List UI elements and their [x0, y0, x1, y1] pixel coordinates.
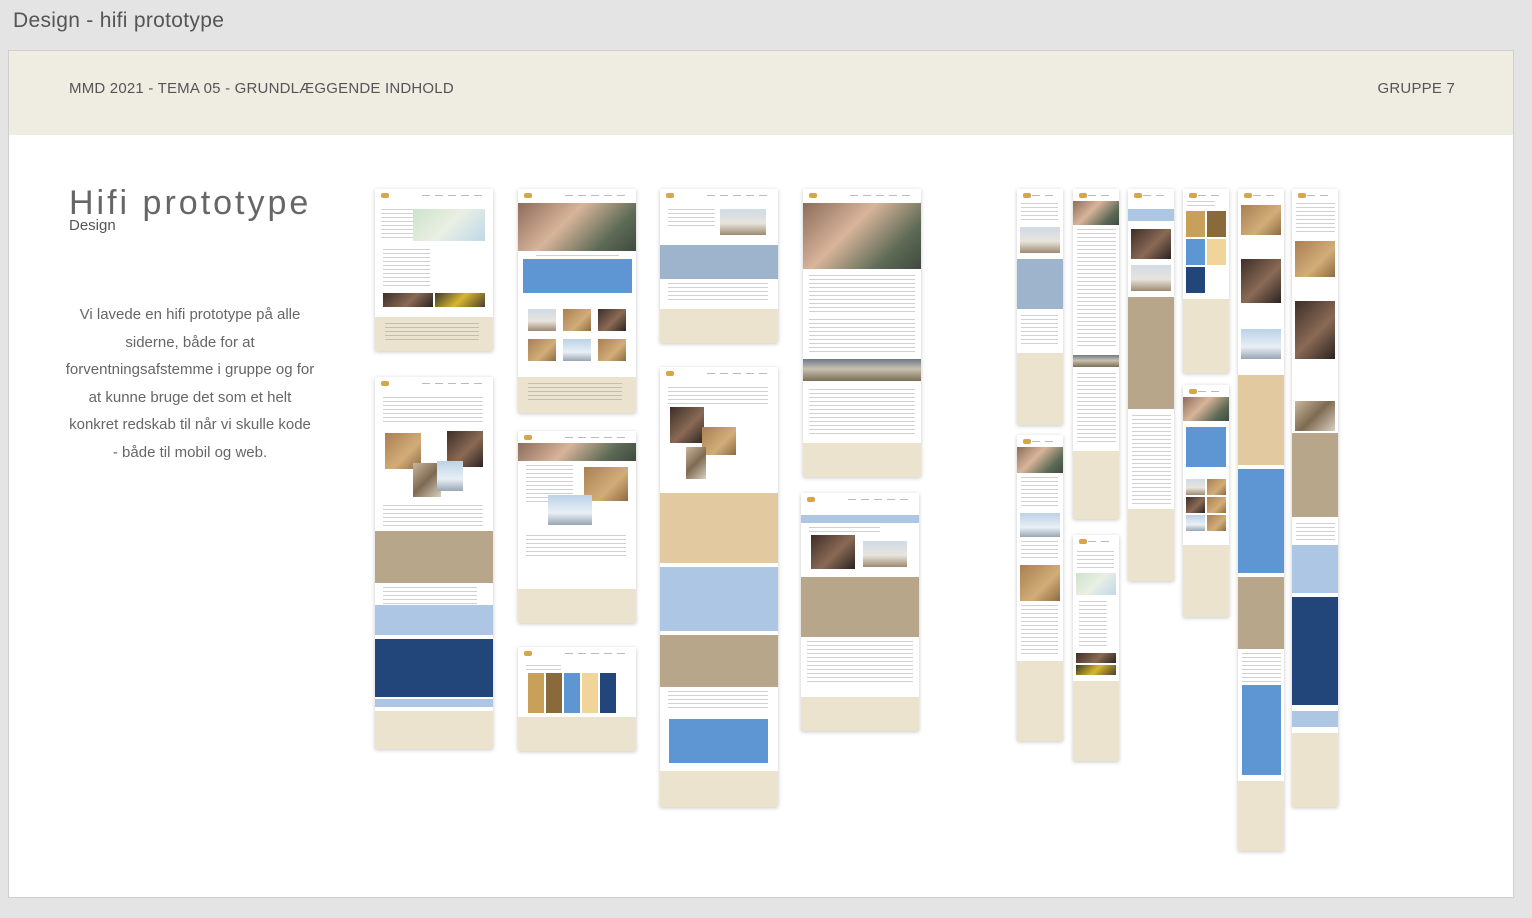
mobile-mockup-meditation [1017, 189, 1063, 425]
desktop-mockup-sessions [518, 431, 636, 623]
window-title: Design - hifi prototype [13, 9, 225, 32]
page-subtitle: Design [69, 217, 116, 234]
mobile-mockup-couples [1128, 189, 1174, 581]
desktop-mockup-about [375, 377, 493, 749]
mobile-mockup-contact [1073, 535, 1119, 761]
mobile-mockup-sessions [1183, 385, 1229, 617]
desktop-mockup-home [518, 189, 636, 413]
description-text: Vi lavede en hifi prototype på alle side… [65, 306, 315, 461]
desktop-mockup-couples [801, 493, 919, 731]
group-label: GRUPPE 7 [1377, 80, 1455, 97]
mobile-mockup-home [1017, 435, 1063, 741]
artboard: MMD 2021 - TEMA 05 - GRUNDLÆGGENDE INDHO… [8, 50, 1514, 898]
header-band: MMD 2021 - TEMA 05 - GRUNDLÆGGENDE INDHO… [9, 51, 1513, 135]
desktop-mockup-therapy [660, 367, 778, 807]
desktop-mockup-meditation [660, 189, 778, 343]
course-label: MMD 2021 - TEMA 05 - GRUNDLÆGGENDE INDHO… [69, 80, 454, 97]
desktop-mockup-contact [375, 189, 493, 351]
mobile-mockup-prices [1183, 189, 1229, 373]
mobile-mockup-profile [1073, 189, 1119, 519]
desktop-mockup-profile [803, 189, 921, 477]
mobile-mockup-about [1292, 189, 1338, 807]
desktop-mockup-prices [518, 647, 636, 751]
mobile-mockup-therapy [1238, 189, 1284, 851]
